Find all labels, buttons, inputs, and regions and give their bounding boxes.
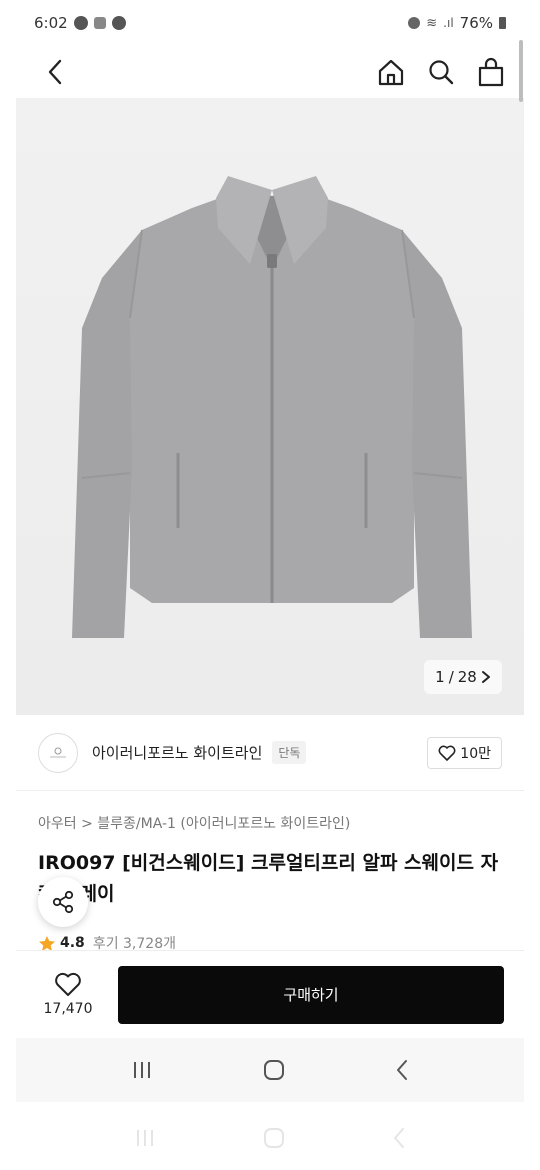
recent-apps-icon: [136, 1130, 153, 1146]
image-counter-total: 28: [457, 668, 477, 686]
background-nav-reflection: [0, 1110, 540, 1166]
back-nav-icon[interactable]: [394, 1058, 410, 1082]
cart-button[interactable]: [476, 57, 506, 87]
product-image: [72, 176, 472, 638]
screen: 6:02 ≋ .ıl 76% 1 / 28 아이러니포르노 화이트라인 단독 1…: [0, 0, 540, 1170]
back-button[interactable]: [40, 57, 70, 87]
recent-apps-icon[interactable]: [130, 1059, 154, 1081]
wifi-icon: ≋: [426, 15, 438, 31]
exclusive-badge: 단독: [272, 741, 307, 764]
search-button[interactable]: [426, 57, 456, 87]
battery-text: 76%: [459, 14, 493, 32]
share-button[interactable]: [38, 877, 88, 927]
home-icon: [378, 59, 404, 86]
status-right: ≋ .ıl 76%: [408, 14, 506, 32]
notification-icon: [93, 17, 106, 29]
wishlist-count: 17,470: [43, 1001, 93, 1017]
status-bar: 6:02 ≋ .ıl 76%: [16, 0, 524, 46]
status-time: 6:02: [34, 14, 68, 32]
system-nav-bar: [16, 1038, 524, 1102]
home-nav-icon[interactable]: [262, 1058, 286, 1082]
image-counter[interactable]: 1 / 28: [424, 660, 502, 694]
brand-like-count: 10만: [460, 745, 491, 762]
brand-like-button[interactable]: 10만: [427, 736, 502, 769]
brand-name[interactable]: 아이러니포르노 화이트라인: [92, 742, 262, 763]
search-icon: [429, 60, 454, 85]
chevron-left-icon: [48, 59, 62, 85]
battery-icon: [499, 17, 506, 29]
heart-icon: [55, 972, 81, 996]
back-nav-icon: [394, 1128, 405, 1148]
status-left: 6:02: [34, 14, 126, 32]
image-counter-current: 1: [435, 668, 445, 686]
header-actions: [376, 57, 506, 87]
star-icon: [39, 935, 55, 951]
share-icon: [52, 890, 74, 914]
wishlist-button[interactable]: 17,470: [36, 972, 100, 1017]
brand-logo: [38, 732, 78, 773]
purchase-bar: 17,470 구매하기: [16, 950, 524, 1038]
rating-score: 4.8: [60, 935, 85, 951]
signal-icon: .ıl: [443, 16, 454, 30]
brand-logo-mark-icon: [50, 747, 66, 757]
heart-icon: [438, 745, 456, 761]
category-breadcrumb[interactable]: 아우터 > 블루종/MA-1 (아이러니포르노 화이트라인): [38, 813, 350, 833]
home-nav-icon: [263, 1128, 284, 1148]
alarm-icon: [408, 17, 421, 29]
scrollbar[interactable]: [519, 40, 523, 102]
app-window: 6:02 ≋ .ıl 76% 1 / 28 아이러니포르노 화이트라인 단독 1…: [16, 0, 524, 1102]
image-counter-separator: /: [448, 668, 454, 686]
chevron-right-icon: [481, 671, 490, 683]
product-image-gallery[interactable]: 1 / 28: [16, 98, 524, 715]
brand-row[interactable]: 아이러니포르노 화이트라인 단독 10만: [16, 715, 524, 791]
home-button[interactable]: [376, 57, 406, 87]
notification-icon: [111, 16, 126, 30]
top-app-bar: [16, 46, 524, 98]
buy-button[interactable]: 구매하기: [118, 965, 504, 1024]
shopping-bag-icon: [478, 57, 504, 87]
product-title: IRO097 [비건스웨이드] 크루얼티프리 알파 스웨이드 자켓 그레이: [38, 852, 499, 905]
notification-icon: [73, 16, 88, 30]
